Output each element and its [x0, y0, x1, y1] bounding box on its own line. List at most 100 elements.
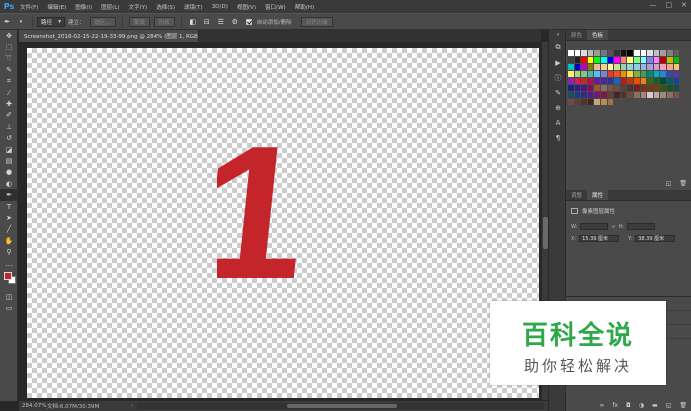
color-swatch[interactable]	[607, 78, 614, 84]
color-swatch[interactable]	[666, 78, 673, 84]
color-swatch[interactable]	[600, 50, 607, 56]
quick-select-tool-icon[interactable]: ✎	[0, 64, 18, 75]
color-swatch[interactable]	[640, 78, 647, 84]
color-swatch[interactable]	[568, 92, 574, 98]
color-swatch[interactable]	[568, 78, 574, 84]
color-swatch[interactable]	[640, 64, 647, 70]
color-swatch[interactable]	[607, 50, 614, 56]
menu-help[interactable]: 帮助(H)	[295, 3, 314, 11]
dodge-tool-icon[interactable]: ◐	[0, 178, 18, 189]
color-swatch[interactable]	[587, 85, 594, 91]
color-swatch[interactable]	[673, 92, 680, 98]
screen-mode-icon[interactable]: ▭	[0, 303, 18, 314]
color-swatch[interactable]	[607, 85, 614, 91]
blur-tool-icon[interactable]: ●	[0, 167, 18, 178]
chevron-down-icon[interactable]: ▾	[16, 17, 26, 27]
history-icon[interactable]: ⧉	[549, 40, 567, 55]
color-swatch[interactable]	[594, 71, 600, 77]
lasso-tool-icon[interactable]: ➰	[0, 53, 18, 64]
color-swatch[interactable]	[600, 57, 607, 63]
color-swatch[interactable]	[574, 92, 581, 98]
path-operations-icon[interactable]: ◧	[188, 17, 198, 27]
color-swatch[interactable]	[581, 78, 587, 84]
new-swatch-icon[interactable]: ◱	[666, 180, 672, 187]
color-swatch[interactable]	[633, 64, 640, 70]
color-swatch[interactable]	[660, 78, 666, 84]
color-swatch[interactable]	[600, 92, 607, 98]
horizontal-scroll-thumb[interactable]	[287, 404, 397, 408]
color-swatch[interactable]	[633, 50, 640, 56]
color-swatch[interactable]	[587, 71, 594, 77]
color-swatch[interactable]	[666, 57, 673, 63]
quick-mask-icon[interactable]: ◫	[0, 291, 18, 302]
pen-tool-preset-icon[interactable]: ✒	[2, 17, 12, 27]
color-swatch[interactable]	[627, 85, 633, 91]
color-swatch[interactable]	[673, 50, 680, 56]
shape-button[interactable]: 形状	[153, 16, 175, 27]
color-swatch[interactable]	[640, 85, 647, 91]
color-swatch[interactable]	[620, 57, 627, 63]
color-swatch[interactable]	[653, 78, 660, 84]
character-icon[interactable]: A	[549, 115, 567, 130]
color-swatch[interactable]	[627, 64, 633, 70]
color-swatch[interactable]	[600, 78, 607, 84]
color-swatch[interactable]	[614, 92, 620, 98]
clone-stamp-tool-icon[interactable]: ⊥	[0, 121, 18, 132]
menu-image[interactable]: 图像(I)	[75, 3, 92, 11]
color-swatch[interactable]	[574, 78, 581, 84]
color-swatch[interactable]	[594, 92, 600, 98]
mask-button[interactable]: 蒙版	[128, 16, 150, 27]
align-edges-button[interactable]: 对齐边缘	[300, 16, 333, 27]
menu-filter[interactable]: 滤镜(T)	[184, 3, 203, 11]
height-field[interactable]	[626, 223, 655, 230]
tab-color[interactable]: 颜色	[566, 30, 587, 40]
color-swatch[interactable]	[614, 50, 620, 56]
color-swatch[interactable]	[666, 92, 673, 98]
menu-type[interactable]: 文字(Y)	[129, 3, 148, 11]
document-canvas[interactable]: 1	[27, 48, 539, 398]
eyedropper-tool-icon[interactable]: ⁄	[0, 87, 18, 98]
line-tool-icon[interactable]: ╱	[0, 224, 18, 235]
color-swatch[interactable]	[581, 64, 587, 70]
marquee-tool-icon[interactable]: ⬚	[0, 41, 18, 52]
color-swatch[interactable]	[660, 92, 666, 98]
width-field[interactable]	[580, 223, 609, 230]
info-icon[interactable]: ⓘ	[549, 70, 567, 85]
color-swatch[interactable]	[673, 71, 680, 77]
color-swatch[interactable]	[620, 50, 627, 56]
color-swatch[interactable]	[614, 64, 620, 70]
menu-window[interactable]: 窗口(W)	[265, 3, 286, 11]
path-alignment-icon[interactable]: ⊟	[202, 17, 212, 27]
color-swatch[interactable]	[627, 57, 633, 63]
color-swatch[interactable]	[660, 50, 666, 56]
color-swatch[interactable]	[620, 78, 627, 84]
color-swatch[interactable]	[574, 64, 581, 70]
color-swatch[interactable]	[594, 99, 600, 105]
color-swatch[interactable]	[653, 71, 660, 77]
clone-source-icon[interactable]: ⊕	[549, 100, 567, 115]
color-swatch[interactable]	[594, 78, 600, 84]
menu-3d[interactable]: 3D(D)	[212, 4, 228, 10]
menu-layer[interactable]: 图层(L)	[101, 3, 119, 11]
color-swatch[interactable]	[581, 99, 587, 105]
menu-file[interactable]: 文件(F)	[20, 3, 38, 11]
color-swatch[interactable]	[587, 50, 594, 56]
color-swatch[interactable]	[653, 85, 660, 91]
y-field[interactable]: 38.39 厘米	[635, 235, 676, 242]
add-mask-icon[interactable]: ◘	[626, 402, 631, 409]
close-icon[interactable]: ✕	[681, 1, 687, 9]
color-swatch[interactable]	[633, 57, 640, 63]
color-swatch[interactable]	[640, 57, 647, 63]
tab-swatches[interactable]: 色板	[587, 30, 609, 40]
color-swatch[interactable]	[647, 50, 653, 56]
color-swatch[interactable]	[581, 92, 587, 98]
color-swatch[interactable]	[594, 85, 600, 91]
color-swatch[interactable]	[614, 78, 620, 84]
eraser-tool-icon[interactable]: ◪	[0, 144, 18, 155]
zoom-tool-icon[interactable]: ⚲	[0, 246, 18, 257]
color-swatch[interactable]	[587, 64, 594, 70]
color-swatch[interactable]	[627, 71, 633, 77]
color-swatch[interactable]	[620, 85, 627, 91]
color-swatch[interactable]	[600, 71, 607, 77]
color-swatch[interactable]	[627, 78, 633, 84]
